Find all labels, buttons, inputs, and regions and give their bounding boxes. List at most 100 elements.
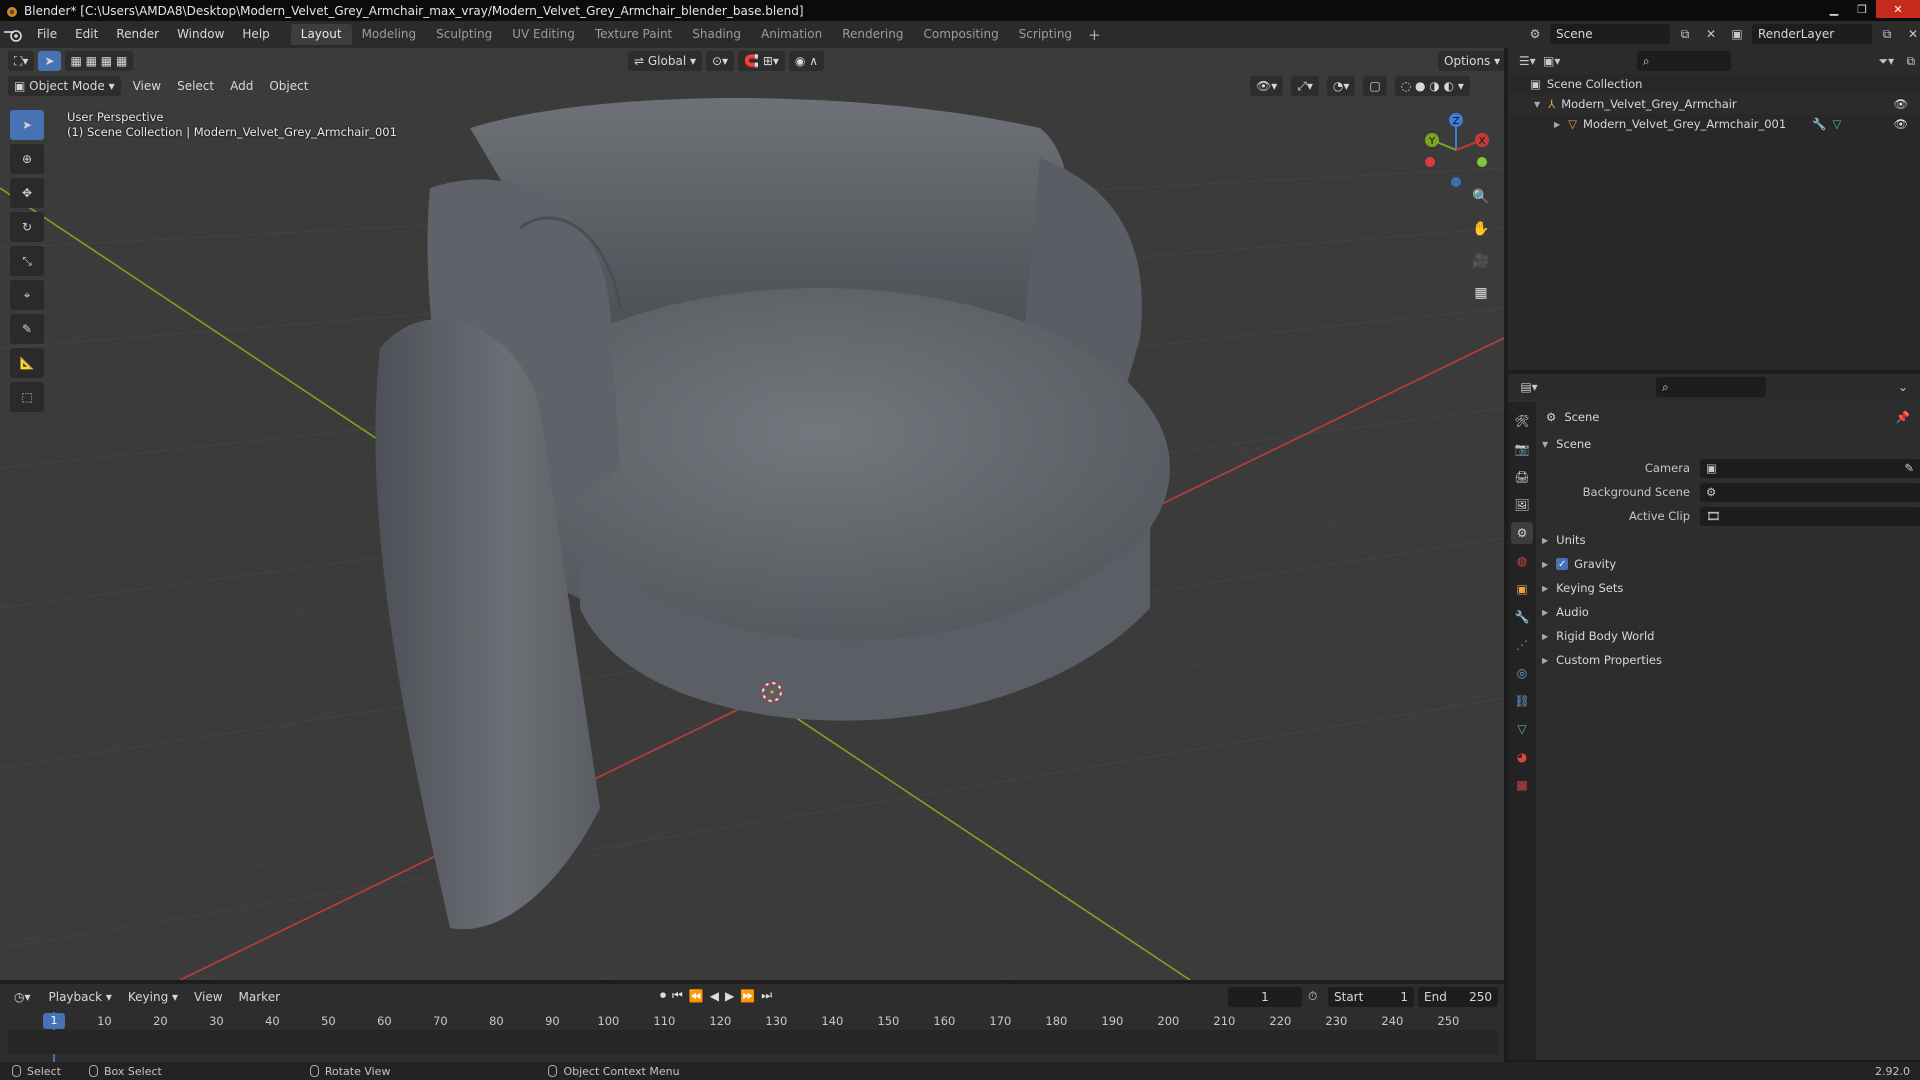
panel-gravity[interactable]: ▶ ✓ Gravity — [1540, 552, 1920, 576]
physics-tab-icon[interactable]: ◎ — [1511, 662, 1533, 684]
add-cube-tool-icon[interactable]: ⬚ — [10, 382, 44, 412]
gizmo-toggle-icon[interactable]: ⤢▾ — [1291, 76, 1319, 96]
particles-tab-icon[interactable]: ⋰ — [1511, 634, 1533, 656]
options-dropdown[interactable]: Options ▾ — [1438, 51, 1504, 71]
new-view-layer-icon[interactable]: ⧉ — [1876, 24, 1898, 44]
next-keyframe-icon[interactable]: ⏩ — [740, 989, 755, 1003]
view-layer-tab-icon[interactable]: 🖼 — [1511, 494, 1533, 516]
prev-keyframe-icon[interactable]: ⏪ — [689, 989, 704, 1003]
gravity-checkbox[interactable]: ✓ — [1556, 558, 1569, 570]
camera-view-icon[interactable]: 🎥 — [1468, 248, 1494, 274]
menu-edit[interactable]: Edit — [66, 21, 107, 48]
viewport-menu-select[interactable]: Select — [169, 79, 222, 93]
filter-icon[interactable]: ⏷▾ — [1877, 51, 1895, 71]
jump-end-icon[interactable]: ⏭ — [761, 988, 772, 1003]
editor-type-icon[interactable]: ⛶▾ — [8, 51, 35, 71]
clock-icon[interactable]: ⏱ — [1308, 989, 1317, 1004]
rotate-tool-icon[interactable]: ↻ — [10, 212, 44, 242]
play-reverse-icon[interactable]: ◀ — [710, 989, 719, 1003]
3d-viewport[interactable]: ⛶▾ ➤ ▦ ▦ ▦ ▦ ⇌ Global ▾ ⊙▾ 🧲 ⊞▾ ◉ ∧ Opti… — [0, 48, 1504, 980]
snap-icon[interactable]: 🧲 ⊞▾ — [738, 51, 785, 71]
outliner-search-input[interactable]: ⌕ — [1636, 51, 1732, 71]
camera-field[interactable]: ▣ ✎ — [1700, 458, 1920, 478]
xray-toggle-icon[interactable]: ▢ — [1363, 76, 1387, 96]
new-collection-icon[interactable]: ⧉ — [1902, 51, 1920, 71]
timeline-menu-view[interactable]: View — [186, 990, 230, 1004]
expand-arrow-icon[interactable]: ▼ — [1534, 100, 1540, 109]
new-scene-icon[interactable]: ⧉ — [1674, 24, 1696, 44]
eyedropper-icon[interactable]: ✎ — [1904, 461, 1914, 475]
close-button[interactable]: ✕ — [1876, 0, 1920, 18]
menu-help[interactable]: Help — [233, 21, 278, 48]
end-frame-field[interactable]: End 250 — [1418, 987, 1498, 1007]
jump-start-icon[interactable]: ⏮ — [672, 988, 683, 1003]
viewport-menu-object[interactable]: Object — [261, 79, 316, 93]
viewport-menu-view[interactable]: View — [125, 79, 169, 93]
annotate-tool-icon[interactable]: ✎ — [10, 314, 44, 344]
data-tab-icon[interactable]: ▽ — [1511, 718, 1533, 740]
shading-modes-icon[interactable]: ◌ ● ◑ ◐ ▾ — [1394, 76, 1470, 96]
tab-modeling[interactable]: Modeling — [352, 24, 427, 45]
tab-scripting[interactable]: Scripting — [1009, 24, 1082, 45]
tab-sculpting[interactable]: Sculpting — [426, 24, 502, 45]
current-frame-field[interactable]: 1 — [1228, 987, 1302, 1007]
select-box-tool-icon[interactable]: ➤ — [10, 110, 44, 140]
pin-icon[interactable]: 📌 — [1896, 410, 1910, 424]
transform-tool-icon[interactable]: ⌖ — [10, 280, 44, 310]
panel-keying-sets[interactable]: ▶ Keying Sets — [1540, 576, 1920, 600]
cursor-tool-icon[interactable]: ⊕ — [10, 144, 44, 174]
pan-hand-icon[interactable]: ✋ — [1468, 216, 1494, 242]
expand-arrow-icon[interactable]: ▶ — [1554, 120, 1560, 129]
timeline-editor-icon[interactable]: ◷▾ — [8, 987, 37, 1007]
tab-rendering[interactable]: Rendering — [832, 24, 913, 45]
measure-tool-icon[interactable]: 📐 — [10, 348, 44, 378]
eye-icon[interactable]: 👁 — [1893, 97, 1908, 111]
world-tab-icon[interactable]: ◍ — [1511, 550, 1533, 572]
tab-compositing[interactable]: Compositing — [913, 24, 1008, 45]
timeline-menu-keying[interactable]: Keying ▾ — [120, 990, 186, 1004]
mesh-data-icon[interactable]: ▽ — [1833, 117, 1842, 131]
outliner-editor-icon[interactable]: ☰▾ — [1518, 51, 1536, 71]
timeline-track[interactable] — [8, 1030, 1498, 1054]
panel-scene-header[interactable]: ▼ Scene — [1540, 432, 1920, 456]
tab-shading[interactable]: Shading — [682, 24, 751, 45]
background-scene-field[interactable]: ⚙ — [1700, 482, 1920, 502]
scene-field[interactable]: Scene — [1550, 24, 1670, 44]
outliner-item[interactable]: ▼ ⅄ Modern_Velvet_Grey_Armchair 👁 — [1508, 94, 1920, 114]
material-tab-icon[interactable]: ◕ — [1511, 746, 1533, 768]
zoom-icon[interactable]: 🔍 — [1468, 184, 1494, 210]
render-tab-icon[interactable]: 📷 — [1511, 438, 1533, 460]
ortho-toggle-icon[interactable]: ▦ — [1468, 280, 1494, 306]
properties-editor-icon[interactable]: ▤▾ — [1518, 377, 1540, 397]
menu-window[interactable]: Window — [168, 21, 233, 48]
overlay-toggle-icon[interactable]: ◔▾ — [1326, 76, 1356, 96]
timeline-menu-playback[interactable]: Playback ▾ — [41, 990, 120, 1004]
scene-tab-icon[interactable]: ⚙ — [1511, 522, 1533, 544]
panel-custom-properties[interactable]: ▶ Custom Properties — [1540, 648, 1920, 672]
view-layer-icon[interactable]: ▣ — [1726, 24, 1748, 44]
modifier-tab-icon[interactable]: 🔧 — [1511, 606, 1533, 628]
outliner-item[interactable]: ▶ ▽ Modern_Velvet_Grey_Armchair_001 🔧 ▽ … — [1508, 114, 1920, 134]
tab-uv-editing[interactable]: UV Editing — [502, 24, 585, 45]
add-workspace-button[interactable]: + — [1082, 26, 1107, 44]
menu-render[interactable]: Render — [107, 21, 168, 48]
scale-tool-icon[interactable]: ⤡ — [10, 246, 44, 276]
minimize-button[interactable]: ▁ — [1820, 0, 1848, 18]
tool-tab-icon[interactable]: 🛠 — [1511, 410, 1533, 432]
select-tool-icon[interactable]: ➤ — [38, 51, 61, 71]
tab-animation[interactable]: Animation — [751, 24, 832, 45]
playhead-frame-label[interactable]: 1 — [43, 1013, 65, 1029]
maximize-button[interactable]: ❐ — [1848, 0, 1876, 18]
pivot-point-icon[interactable]: ⊙▾ — [706, 51, 735, 71]
timeline-menu-marker[interactable]: Marker — [231, 990, 288, 1004]
record-icon[interactable]: ⏺ — [660, 988, 666, 1003]
object-mode-dropdown[interactable]: ▣ Object Mode ▾ — [8, 76, 121, 96]
modifier-icon[interactable]: 🔧 — [1812, 117, 1826, 131]
eye-icon[interactable]: 👁 — [1893, 117, 1908, 131]
proportional-edit-icon[interactable]: ◉ ∧ — [788, 51, 824, 71]
delete-scene-icon[interactable]: ✕ — [1700, 24, 1722, 44]
play-icon[interactable]: ▶ — [725, 989, 734, 1003]
select-mode-icons[interactable]: ▦ ▦ ▦ ▦ — [64, 51, 134, 71]
start-frame-field[interactable]: Start 1 — [1328, 987, 1414, 1007]
panel-audio[interactable]: ▶ Audio — [1540, 600, 1920, 624]
